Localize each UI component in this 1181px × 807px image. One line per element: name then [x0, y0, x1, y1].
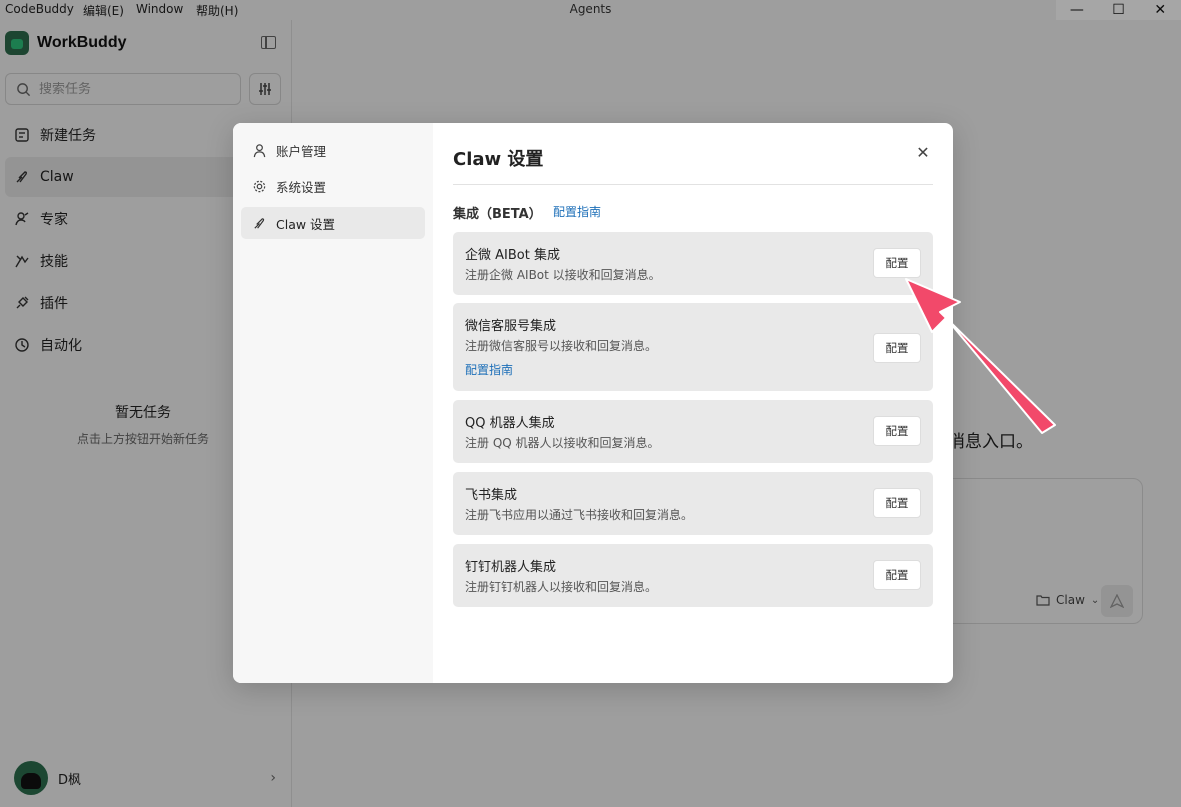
modal-title: Claw 设置 — [453, 149, 544, 170]
card-description: 注册企微 AIBot 以接收和回复消息。 — [465, 268, 661, 282]
config-guide-link[interactable]: 配置指南 — [553, 203, 601, 220]
integration-card-feishu: 飞书集成 注册飞书应用以通过飞书接收和回复消息。 配置 — [453, 472, 933, 535]
integration-card-wecom: 企微 AIBot 集成 注册企微 AIBot 以接收和回复消息。 配置 — [453, 232, 933, 295]
card-title: QQ 机器人集成 — [465, 416, 555, 431]
card-title: 企微 AIBot 集成 — [465, 248, 560, 263]
settings-nav: 账户管理 系统设置 Claw 设置 — [233, 123, 433, 683]
gear-icon — [253, 180, 266, 192]
settings-nav-label: 账户管理 — [276, 143, 327, 159]
card-title: 微信客服号集成 — [465, 319, 557, 334]
close-icon[interactable]: ✕ — [914, 143, 932, 162]
user-icon — [253, 143, 266, 157]
card-title: 钉钉机器人集成 — [465, 560, 557, 575]
section-label: 集成（BETA） — [453, 207, 542, 222]
configure-button[interactable]: 配置 — [873, 333, 921, 363]
card-title: 飞书集成 — [465, 488, 518, 503]
configure-button[interactable]: 配置 — [873, 560, 921, 590]
integration-card-dingtalk: 钉钉机器人集成 注册钉钉机器人以接收和回复消息。 配置 — [453, 544, 933, 607]
settings-nav-label: 系统设置 — [276, 179, 327, 195]
configure-button[interactable]: 配置 — [873, 248, 921, 278]
settings-nav-account[interactable]: 账户管理 — [241, 134, 425, 166]
divider — [453, 184, 933, 185]
card-description: 注册 QQ 机器人以接收和回复消息。 — [465, 436, 660, 450]
settings-modal: 账户管理 系统设置 Claw 设置 Claw 设置 ✕ 集成（BETA） 配置指… — [233, 123, 953, 683]
settings-nav-claw[interactable]: Claw 设置 — [241, 207, 425, 239]
configure-button[interactable]: 配置 — [873, 416, 921, 446]
integration-card-wechat: 微信客服号集成 注册微信客服号以接收和回复消息。 配置指南 配置 — [453, 303, 933, 391]
settings-nav-system[interactable]: 系统设置 — [241, 170, 425, 202]
settings-content: Claw 设置 ✕ 集成（BETA） 配置指南 企微 AIBot 集成 注册企微… — [433, 123, 953, 683]
card-guide-link[interactable]: 配置指南 — [465, 361, 513, 378]
card-description: 注册飞书应用以通过飞书接收和回复消息。 — [465, 508, 694, 522]
configure-button[interactable]: 配置 — [873, 488, 921, 518]
settings-nav-label: Claw 设置 — [276, 216, 336, 232]
claw-icon — [254, 217, 265, 229]
card-description: 注册微信客服号以接收和回复消息。 — [465, 339, 658, 353]
card-description: 注册钉钉机器人以接收和回复消息。 — [465, 580, 658, 594]
integration-card-qq: QQ 机器人集成 注册 QQ 机器人以接收和回复消息。 配置 — [453, 400, 933, 463]
